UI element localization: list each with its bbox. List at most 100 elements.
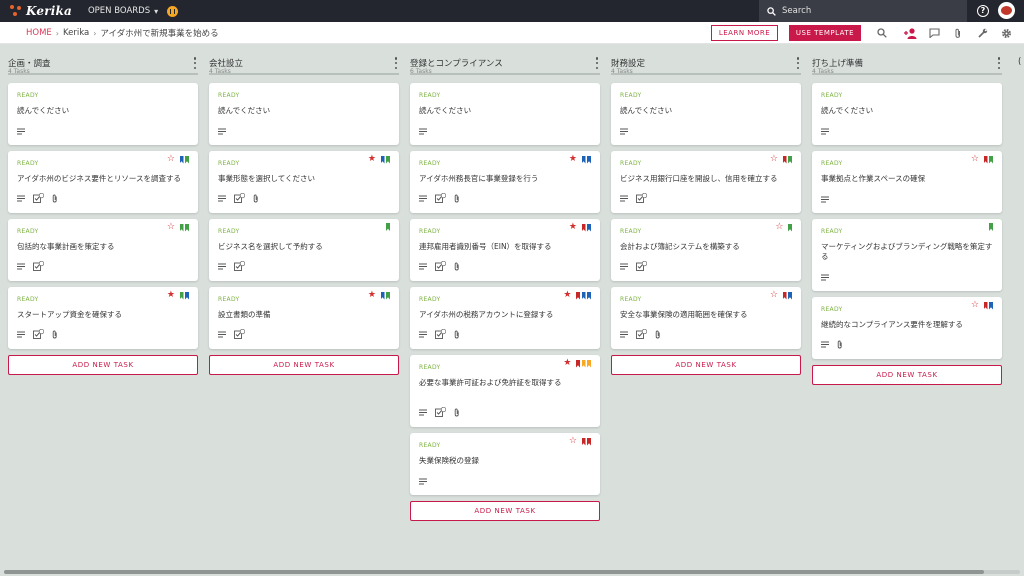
task-card[interactable]: READY ビジネス名を選択して予約する [209,219,399,281]
task-card[interactable]: READY 安全な事業保険の適用範囲を確保する ☆ [611,287,801,349]
star-outline-icon[interactable]: ☆ [770,155,778,164]
star-filled-icon[interactable]: ★ [563,359,571,368]
column-menu-icon[interactable] [795,57,801,69]
card-title[interactable]: 失業保険税の登録 [419,456,591,466]
card-title[interactable]: 事業拠点と作業スペースの確保 [821,174,993,184]
task-card[interactable]: READY 読んでください [812,83,1002,145]
card-title[interactable]: スタートアップ資金を確保する [17,310,189,320]
task-card[interactable]: READY 会計および簿記システムを構築する ☆ [611,219,801,281]
card-title[interactable]: アイダホ州務長官に事業登録を行う [419,174,591,184]
card-title[interactable]: アイダホ州のビジネス要件とリソースを調査する [17,174,189,184]
add-new-task-button[interactable]: ADD NEW TASK [209,355,399,375]
checklist-icon [435,261,446,271]
gear-icon[interactable] [999,26,1013,40]
breadcrumb-account[interactable]: Kerika [63,28,89,38]
add-new-task-button[interactable]: ADD NEW TASK [812,365,1002,385]
card-meta [218,329,253,339]
card-list: READY 読んでください READY 事業拠点と作業スペースの確保 ☆ READY マーケ… [812,83,1002,385]
kerika-logo[interactable]: Kerika [10,4,72,18]
task-card[interactable]: READY 読んでください [410,83,600,145]
search-box[interactable]: Search [759,0,967,22]
star-filled-icon[interactable]: ★ [167,291,175,300]
card-title[interactable]: 会計および簿記システムを構築する [620,242,792,252]
wrench-icon[interactable] [976,26,990,40]
card-title[interactable]: 読んでください [821,106,993,116]
star-filled-icon[interactable]: ★ [368,291,376,300]
checklist-icon [435,329,446,339]
task-card[interactable]: READY 継続的なコンプライアンス要件を理解する ☆ [812,297,1002,359]
learn-more-button[interactable]: LEARN MORE [711,25,778,41]
star-outline-icon[interactable]: ☆ [569,437,577,446]
bookmark-green-icon [386,291,390,300]
task-card[interactable]: READY アイダホ州のビジネス要件とリソースを調査する ☆ [8,151,198,213]
card-title[interactable]: 包括的な事業計画を策定する [17,242,189,252]
breadcrumb-home[interactable]: HOME [26,28,52,38]
card-title[interactable]: アイダホ州の税務アカウントに登録する [419,310,591,320]
task-card[interactable]: READY 事業形態を選択してください ★ [209,151,399,213]
column-menu-icon[interactable] [996,57,1002,69]
task-card[interactable]: READY 失業保険税の登録 ☆ [410,433,600,495]
task-card[interactable]: READY スタートアップ資金を確保する ★ [8,287,198,349]
task-card[interactable]: READY 事業拠点と作業スペースの確保 ☆ [812,151,1002,213]
task-card[interactable]: READY 読んでください [611,83,801,145]
star-filled-icon[interactable]: ★ [368,155,376,164]
card-title[interactable]: マーケティングおよびブランディング戦略を策定する [821,242,993,262]
task-card[interactable]: READY マーケティングおよびブランディング戦略を策定する [812,219,1002,291]
star-outline-icon[interactable]: ☆ [167,223,175,232]
horizontal-scrollbar-thumb[interactable] [4,570,984,574]
avatar[interactable] [998,2,1015,19]
card-meta [620,329,669,339]
task-card[interactable]: READY 包括的な事業計画を策定する ☆ [8,219,198,281]
card-title[interactable]: 読んでください [218,106,390,116]
card-title[interactable]: 事業形態を選択してください [218,174,390,184]
bookmark-yellow-icon [581,359,586,368]
task-card[interactable]: READY 設立書類の準備 ★ [209,287,399,349]
board-search-icon[interactable] [875,26,889,40]
attachment-icon[interactable] [951,26,965,40]
description-icon [821,341,829,348]
star-filled-icon[interactable]: ★ [563,291,571,300]
search-input[interactable]: Search [782,6,811,16]
horizontal-scrollbar[interactable] [4,570,1020,574]
task-card[interactable]: READY アイダホ州務長官に事業登録を行う ★ [410,151,600,213]
task-card[interactable]: READY 連邦雇用者識別番号（EIN）を取得する ★ [410,219,600,281]
description-icon [821,196,829,203]
card-title[interactable]: 継続的なコンプライアンス要件を理解する [821,320,993,330]
card-status: READY [218,160,240,167]
star-outline-icon[interactable]: ☆ [971,155,979,164]
add-new-task-button[interactable]: ADD NEW TASK [410,501,600,521]
add-new-task-button[interactable]: ADD NEW TASK [611,355,801,375]
card-title[interactable]: 読んでください [620,106,792,116]
chat-icon[interactable] [927,26,941,40]
card-title[interactable]: 連邦雇用者識別番号（EIN）を取得する [419,242,591,252]
star-outline-icon[interactable]: ☆ [770,291,778,300]
star-filled-icon[interactable]: ★ [569,223,577,232]
column-menu-icon[interactable] [192,57,198,69]
star-filled-icon[interactable]: ★ [569,155,577,164]
task-card[interactable]: READY ビジネス用銀行口座を開設し、信用を確立する ☆ [611,151,801,213]
task-card[interactable]: READY アイダホ州の税務アカウントに登録する ★ [410,287,600,349]
add-new-task-button[interactable]: ADD NEW TASK [8,355,198,375]
notification-icon[interactable] [167,5,179,17]
column-menu-icon[interactable] [393,57,399,69]
help-icon[interactable]: ? [977,5,989,17]
card-title[interactable]: 必要な事業許可証および免許証を取得する [419,378,591,388]
card-title[interactable]: ビジネス用銀行口座を開設し、信用を確立する [620,174,792,184]
task-card[interactable]: READY 読んでください [8,83,198,145]
use-template-button[interactable]: USE TEMPLATE [789,25,861,41]
card-title[interactable]: ビジネス名を選択して予約する [218,242,390,252]
task-card[interactable]: READY 必要な事業許可証および免許証を取得する ★ [410,355,600,427]
star-outline-icon[interactable]: ☆ [971,301,979,310]
star-outline-icon[interactable]: ☆ [167,155,175,164]
card-title[interactable]: 安全な事業保険の適用範囲を確保する [620,310,792,320]
task-card[interactable]: READY 読んでください [209,83,399,145]
add-person-icon[interactable] [903,26,917,40]
column-menu-icon[interactable] [594,57,600,69]
checklist-icon [234,193,245,203]
star-outline-icon[interactable]: ☆ [775,223,783,232]
card-title[interactable]: 読んでください [419,106,591,116]
open-boards-menu[interactable]: OPEN BOARDS ▾ [88,6,158,16]
card-title[interactable]: 設立書類の準備 [218,310,390,320]
card-meta [620,128,636,135]
card-title[interactable]: 読んでください [17,106,189,116]
